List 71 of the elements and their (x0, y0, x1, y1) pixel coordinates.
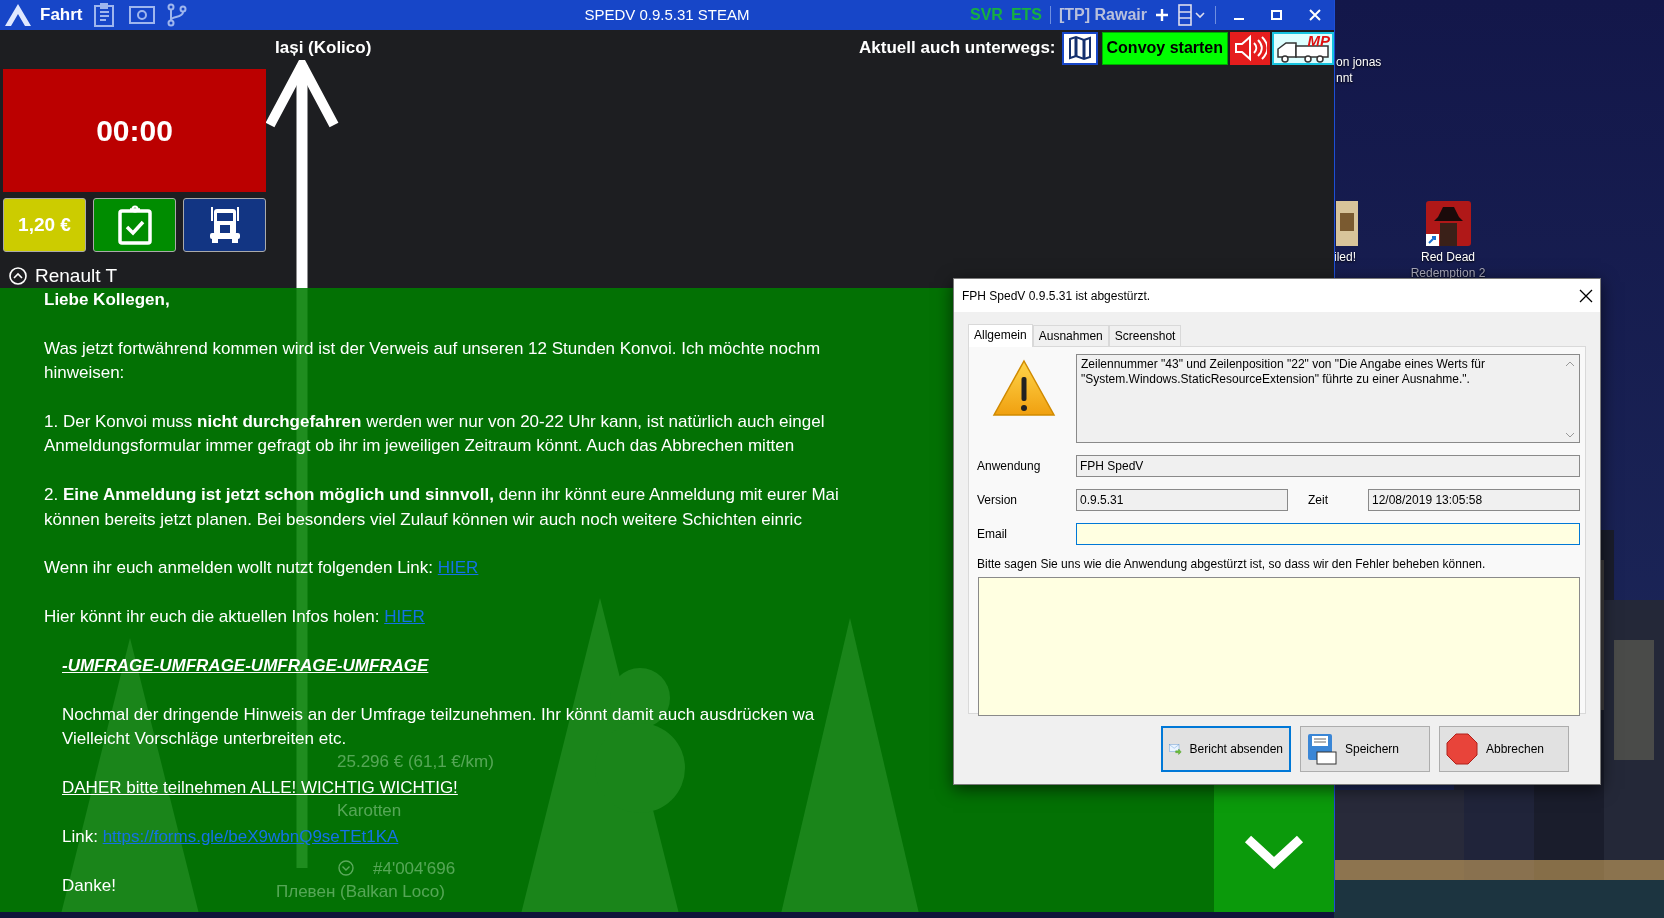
dialog-button[interactable]: Bericht absenden (1161, 726, 1291, 772)
sound-button[interactable] (1230, 31, 1270, 65)
message-line: 2. Eine Anmeldung ist jetzt schon möglich und sinnvoll, denn ihr könnt eure Anmeldung mit eurer Mai (44, 484, 839, 507)
checklist-button[interactable] (93, 198, 176, 252)
job-number: #4'004'696 (373, 860, 456, 877)
close-icon[interactable] (1578, 287, 1594, 304)
field-label: Anwendung (977, 458, 1042, 475)
icon-label: Redemption 2 (1410, 266, 1486, 281)
truck-name: Renault T (35, 264, 118, 288)
field-label: Version (977, 492, 1019, 509)
speaker-icon (1233, 34, 1267, 62)
message-line: hinweisen: (44, 362, 125, 385)
job-income: 25.296 € (61,1 €/km) (337, 753, 494, 770)
stop-icon (1446, 733, 1478, 765)
time-field: 12/08/2019 13:05:58 (1368, 489, 1580, 511)
message-line: Hier könnt ihr euch die aktuellen Infos holen: HIER (44, 606, 425, 629)
icon-label: Red Dead (1421, 250, 1475, 265)
message-line: Wenn ihr euch anmelden wollt nutzt folgenden Link: HIER (44, 557, 479, 580)
message-line: Anmeldungsformular immer gefragt ob ihr im jeweiligen Zeitraum könnt. Auch das Abbrechen mitten (44, 435, 795, 458)
route-origin: Iași (Kolico) (275, 37, 372, 60)
icon-label: iled! (1334, 250, 1356, 265)
cargo-name: Karotten (337, 802, 402, 819)
error-text: Zeilennummer "43" und Zeilenposition "22" von "Die Angabe eines Werts für "System.Windows.StaticResourceExtension" führte zu einer Ausnahme.". (1081, 357, 1485, 386)
layout-icon[interactable] (1177, 3, 1207, 27)
add-icon[interactable] (1155, 8, 1169, 22)
tab[interactable]: Allgemein (968, 324, 1033, 347)
dialog-button[interactable]: Speichern (1300, 726, 1430, 772)
version-field: 0.9.5.31 (1076, 489, 1288, 511)
icon-label: nnt (1336, 71, 1353, 86)
warning-icon (992, 359, 1056, 417)
scrollbar[interactable] (1565, 361, 1575, 438)
message-line: können bereits jetzt planen. Bei besonders viel Zulauf können wir auch noch weitere Schichten einric (44, 508, 802, 531)
message-line: Link: https://forms.gle/beX9wbnQ9seTEt1KA (62, 825, 399, 848)
profile-name[interactable]: [TP] Rawair (1059, 3, 1147, 27)
chevron-down-icon (1244, 835, 1304, 869)
truck-button[interactable] (183, 198, 266, 252)
map-button[interactable] (1061, 31, 1098, 65)
description-field[interactable] (978, 577, 1580, 716)
clipboard-check-icon (116, 205, 153, 245)
icon-label: on jonas (1336, 55, 1382, 70)
application-field: FPH SpedV (1076, 455, 1580, 477)
timer-display: 00:00 (3, 69, 266, 192)
message-line: Liebe Kollegen, (44, 289, 170, 311)
game-icon[interactable] (1426, 201, 1471, 246)
message-line: Was jetzt fortwährend kommen wird ist der Verweis auf unseren 12 Stunden Konvoi. Ich möchte nochm (44, 337, 821, 360)
convoy-button[interactable]: Convoy starten (1101, 31, 1228, 65)
message-line: Vielleicht Vorschläge unterbreiten etc. (62, 728, 347, 751)
collapse-icon[interactable] (9, 267, 27, 286)
message-line: Nochmal der dringende Hinweis an der Umfrage teilzunehmen. Ihr könnt damit auch ausdrücken wa (62, 703, 815, 726)
message-line: 1. Der Konvoi muss nicht durchgefahren werden wer nur von 20-22 Uhr kann, ist natürlich auch eingel (44, 411, 825, 433)
multiplayer-button[interactable]: MP (1272, 31, 1334, 65)
tab[interactable]: Screenshot (1108, 325, 1182, 346)
dialog-button[interactable]: Abbrechen (1439, 726, 1569, 772)
map-icon (1066, 35, 1093, 61)
email-field[interactable] (1076, 523, 1580, 545)
dialog-title: FPH SpedV 0.9.5.31 ist abgestürzt. (962, 287, 1152, 305)
prompt-text: Bitte sagen Sie uns wie die Anwendung abgestürzt ist, so dass wir den Fehler beheben können. (977, 556, 1487, 573)
menu-label[interactable]: Fahrt (40, 2, 83, 28)
tab[interactable]: Ausnahmen (1032, 325, 1109, 346)
floppy-icon (1307, 733, 1337, 765)
convoy-label: Aktuell auch unterwegs: (859, 37, 1056, 60)
route-destination: Плевен (Balkan Loco) (276, 883, 445, 900)
message-line: DAHER bitte teilnehmen ALLE! WICHTIG WICHTIG! (62, 777, 458, 799)
message-line: Danke! (62, 874, 116, 897)
field-label: Zeit (1308, 492, 1329, 509)
field-label: Email (977, 526, 1008, 543)
message-line: -UMFRAGE-UMFRAGE-UMFRAGE-UMFRAGE (62, 655, 429, 677)
photo-icon[interactable] (126, 3, 157, 27)
app-icon[interactable] (1336, 201, 1358, 246)
window-title: SPEDV 0.9.5.31 STEAM (584, 4, 750, 25)
logo-icon[interactable] (4, 3, 32, 27)
